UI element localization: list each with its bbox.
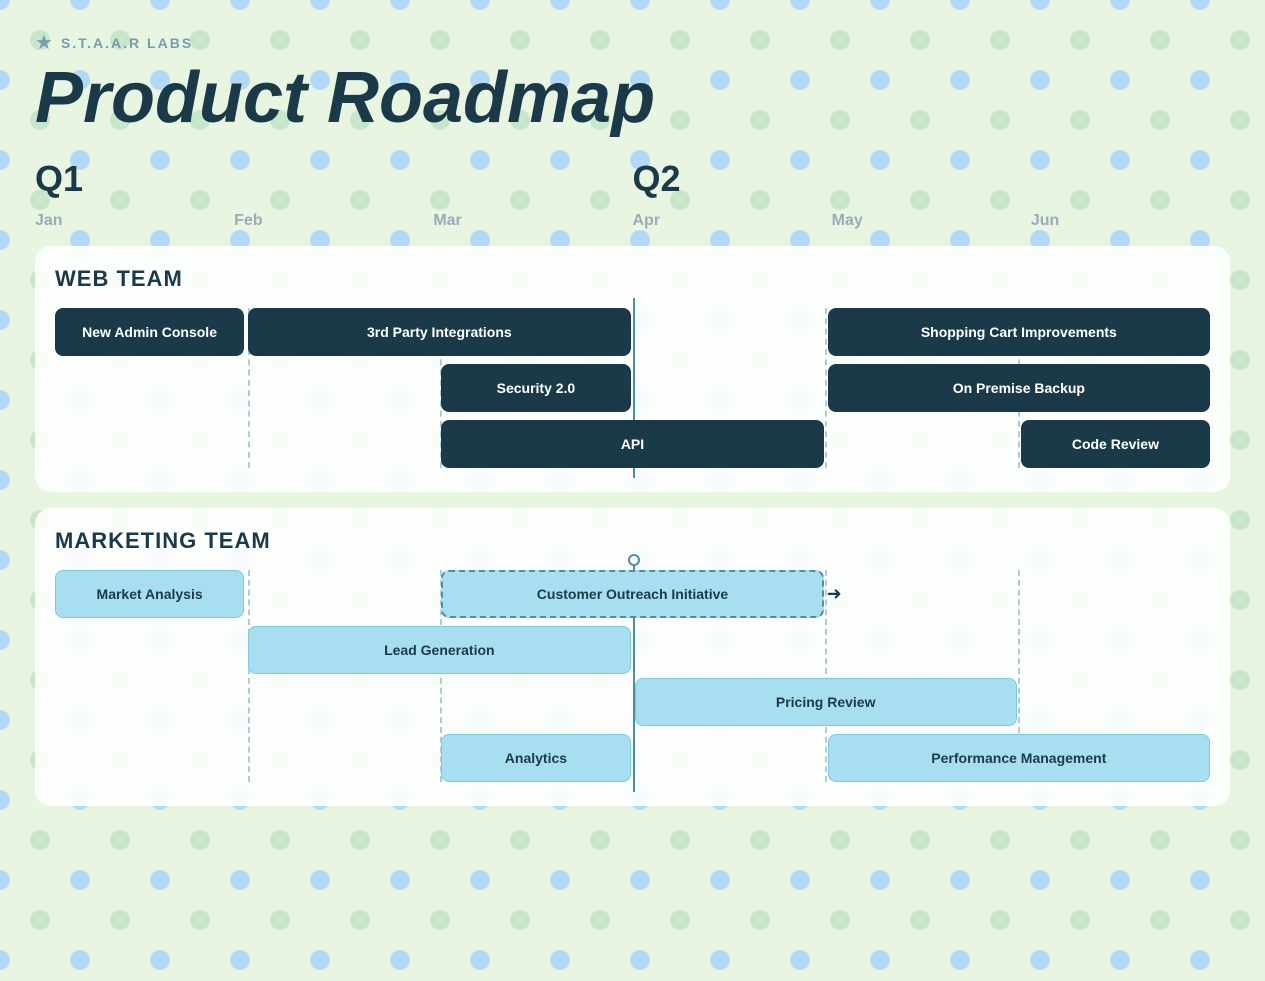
- task-code-review[interactable]: Code Review: [1021, 420, 1210, 468]
- web-team-section: WEB TEAM New Admin Console 3rd Party Int…: [35, 246, 1230, 492]
- mkt-row-3: Analytics Performance Management: [55, 734, 1210, 782]
- web-row-2: Security 2.0 On Premise Backup: [55, 364, 1210, 412]
- brand-row: ★ S.T.A.A.R LABS: [35, 30, 1230, 55]
- mkt-row-1: Market Analysis Customer Outreach Initia…: [55, 570, 1210, 618]
- mkt-row-2: Lead Generation Pricing Review: [55, 626, 1210, 726]
- task-pricing-review[interactable]: Pricing Review: [635, 678, 1017, 726]
- marketing-team-section: MARKETING TEAM Market Analysis Customer …: [35, 508, 1230, 806]
- task-customer-outreach[interactable]: Customer Outreach Initiative: [441, 570, 823, 618]
- web-row-3: API Code Review: [55, 420, 1210, 468]
- time-line-circle: [628, 554, 640, 566]
- marketing-team-title: MARKETING TEAM: [55, 528, 1210, 554]
- month-jan: Jan: [35, 212, 63, 229]
- move-arrow-icon: ➜: [827, 584, 842, 605]
- task-security-20[interactable]: Security 2.0: [441, 364, 630, 412]
- quarter-q1-label: Q1: [35, 158, 234, 200]
- quarters-header: Q1 Q2: [35, 158, 1230, 204]
- web-row-1: New Admin Console 3rd Party Integrations…: [55, 308, 1210, 356]
- task-new-admin-console[interactable]: New Admin Console: [55, 308, 244, 356]
- page-title: Product Roadmap: [35, 59, 1230, 138]
- web-team-title: WEB TEAM: [55, 266, 1210, 292]
- brand-star-icon: ★: [35, 30, 53, 55]
- month-may: May: [832, 212, 863, 229]
- month-apr: Apr: [633, 212, 661, 229]
- quarter-q2-label: Q2: [633, 158, 832, 200]
- task-on-premise-backup[interactable]: On Premise Backup: [828, 364, 1210, 412]
- task-customer-outreach-wrapper: Customer Outreach Initiative ➜: [441, 570, 823, 618]
- brand-name: S.T.A.A.R LABS: [61, 35, 193, 51]
- task-analytics[interactable]: Analytics: [441, 734, 630, 782]
- month-feb: Feb: [234, 212, 262, 229]
- month-mar: Mar: [433, 212, 461, 229]
- task-api[interactable]: API: [441, 420, 823, 468]
- task-3rd-party-integrations[interactable]: 3rd Party Integrations: [248, 308, 630, 356]
- task-market-analysis[interactable]: Market Analysis: [55, 570, 244, 618]
- months-header: Jan Feb Mar Apr May Jun: [35, 212, 1230, 230]
- task-shopping-cart[interactable]: Shopping Cart Improvements: [828, 308, 1210, 356]
- task-lead-generation[interactable]: Lead Generation: [248, 626, 630, 674]
- task-performance-management[interactable]: Performance Management: [828, 734, 1210, 782]
- month-jun: Jun: [1031, 212, 1059, 229]
